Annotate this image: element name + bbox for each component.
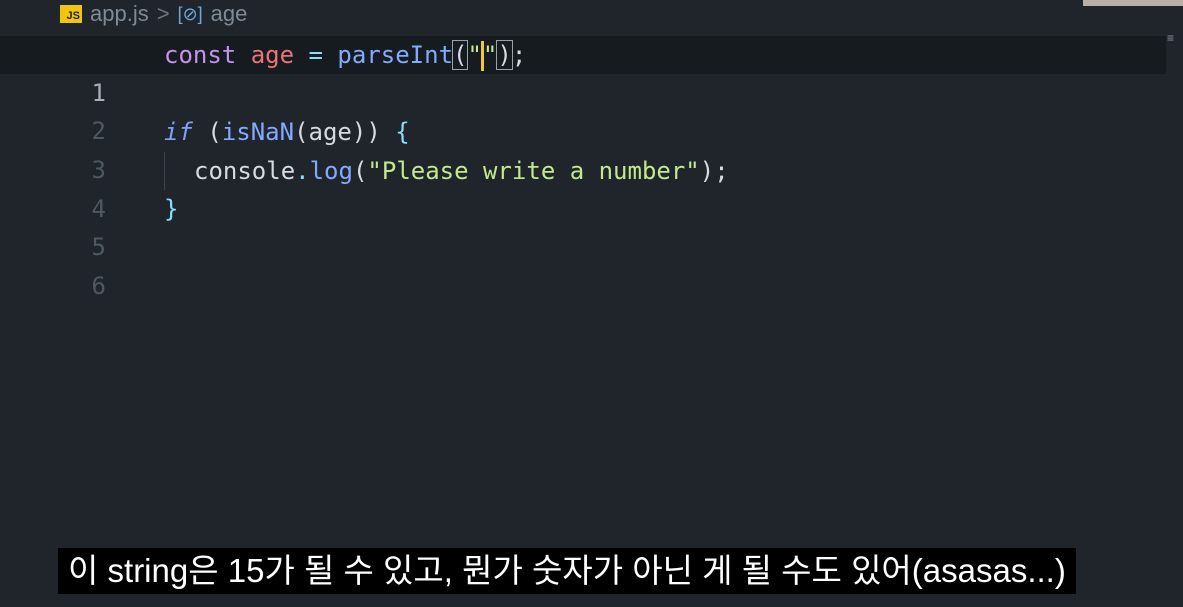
- object-console: console: [194, 157, 296, 185]
- semicolon: ;: [714, 157, 729, 185]
- open-paren-inner: (: [294, 118, 309, 146]
- semicolon: ;: [511, 41, 527, 69]
- indent-guide: [164, 152, 165, 190]
- string-literal: "Please write a number": [367, 157, 700, 185]
- dot: .: [295, 157, 310, 185]
- open-paren: (: [352, 157, 368, 185]
- function-parseint: parseInt: [337, 41, 454, 69]
- code-line-1[interactable]: 1 const age = parseInt("");: [0, 36, 1166, 107]
- argument-age: age: [308, 118, 352, 146]
- variable-symbol-icon: [⊘]: [177, 3, 203, 24]
- code-line-3[interactable]: 3 if (isNaN(age)) {: [0, 113, 1166, 184]
- keyword-if: if: [164, 118, 193, 146]
- open-brace: {: [380, 118, 410, 146]
- code-line-2[interactable]: 2: [0, 74, 1166, 145]
- close-paren: ): [496, 40, 513, 70]
- operator-equals: =: [308, 41, 323, 69]
- open-paren: (: [451, 40, 469, 70]
- quote-open: ": [467, 41, 482, 69]
- line-number: 6: [91, 272, 106, 300]
- code-line-4[interactable]: 4 console.log("Please write a number");: [0, 152, 1166, 223]
- video-subtitle: 이 string은 15가 될 수 있고, 뭔가 숫자가 아닌 게 될 수도 있…: [58, 548, 1076, 594]
- breadcrumb-file[interactable]: app.js: [90, 1, 149, 27]
- breadcrumb-symbol[interactable]: age: [211, 1, 248, 27]
- function-isnan: isNaN: [221, 118, 295, 146]
- close-parens: )): [351, 118, 381, 146]
- close-brace: }: [164, 195, 179, 223]
- code-line-6[interactable]: 6: [0, 229, 1166, 300]
- open-paren: (: [207, 118, 222, 146]
- close-paren: ): [699, 157, 715, 185]
- variable-age: age: [250, 41, 295, 69]
- minimap-icon[interactable]: ≡: [1167, 32, 1179, 46]
- quote-close: ": [482, 41, 498, 69]
- method-log: log: [309, 157, 353, 185]
- keyword-const: const: [164, 41, 237, 69]
- chevron-right-icon: >: [156, 1, 170, 26]
- webcam-thumbnail: [1083, 0, 1183, 6]
- code-line-5[interactable]: 5 }: [0, 190, 1166, 261]
- breadcrumb: JS app.js > [⊘] age: [60, 0, 247, 28]
- javascript-file-icon: JS: [60, 5, 82, 23]
